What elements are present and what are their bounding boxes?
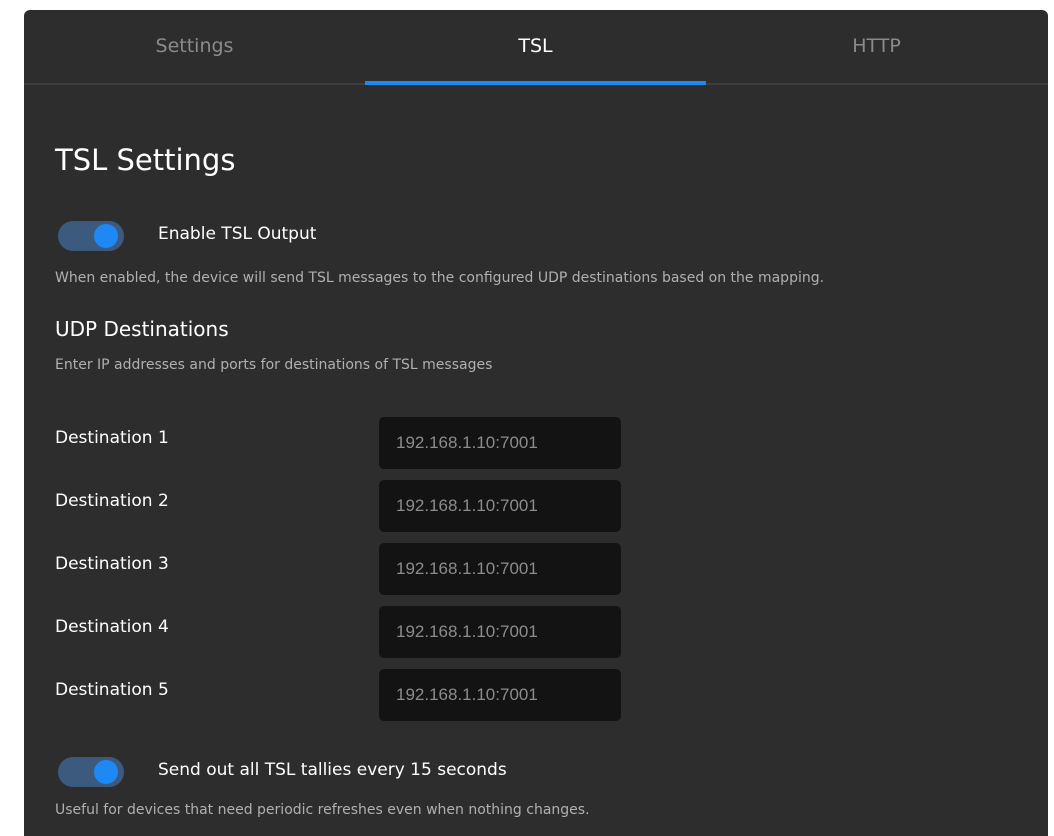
tab-settings[interactable]: Settings (24, 10, 365, 83)
destination-3-label: Destination 3 (55, 554, 169, 574)
tab-tsl-label: TSL (518, 35, 553, 57)
tab-bar: Settings TSL HTTP (24, 10, 1048, 85)
destination-2-label: Destination 2 (55, 491, 169, 511)
destination-1-label: Destination 1 (55, 428, 169, 448)
periodic-refresh-description: Useful for devices that need periodic re… (55, 802, 590, 818)
toggle-knob (94, 224, 118, 248)
enable-tsl-output-label: Enable TSL Output (158, 224, 317, 244)
destination-1-input[interactable] (379, 417, 621, 469)
destination-3-input[interactable] (379, 543, 621, 595)
settings-panel: Settings TSL HTTP TSL Settings Enable TS… (24, 10, 1048, 836)
periodic-refresh-label: Send out all TSL tallies every 15 second… (158, 760, 507, 780)
tab-settings-label: Settings (155, 35, 234, 57)
toggle-knob (94, 760, 118, 784)
active-tab-indicator (365, 81, 706, 85)
destination-5-input[interactable] (379, 669, 621, 721)
tab-tsl[interactable]: TSL (365, 10, 706, 85)
udp-destinations-description: Enter IP addresses and ports for destina… (55, 357, 493, 373)
enable-tsl-output-description: When enabled, the device will send TSL m… (55, 270, 825, 286)
udp-destinations-title: UDP Destinations (55, 317, 229, 341)
destination-4-label: Destination 4 (55, 617, 169, 637)
periodic-refresh-toggle[interactable] (58, 757, 124, 787)
enable-tsl-output-toggle[interactable] (58, 221, 124, 251)
page-title: TSL Settings (55, 143, 236, 177)
destination-5-label: Destination 5 (55, 680, 169, 700)
tab-http-label: HTTP (852, 35, 901, 57)
tab-http[interactable]: HTTP (706, 10, 1047, 83)
destination-2-input[interactable] (379, 480, 621, 532)
destination-4-input[interactable] (379, 606, 621, 658)
